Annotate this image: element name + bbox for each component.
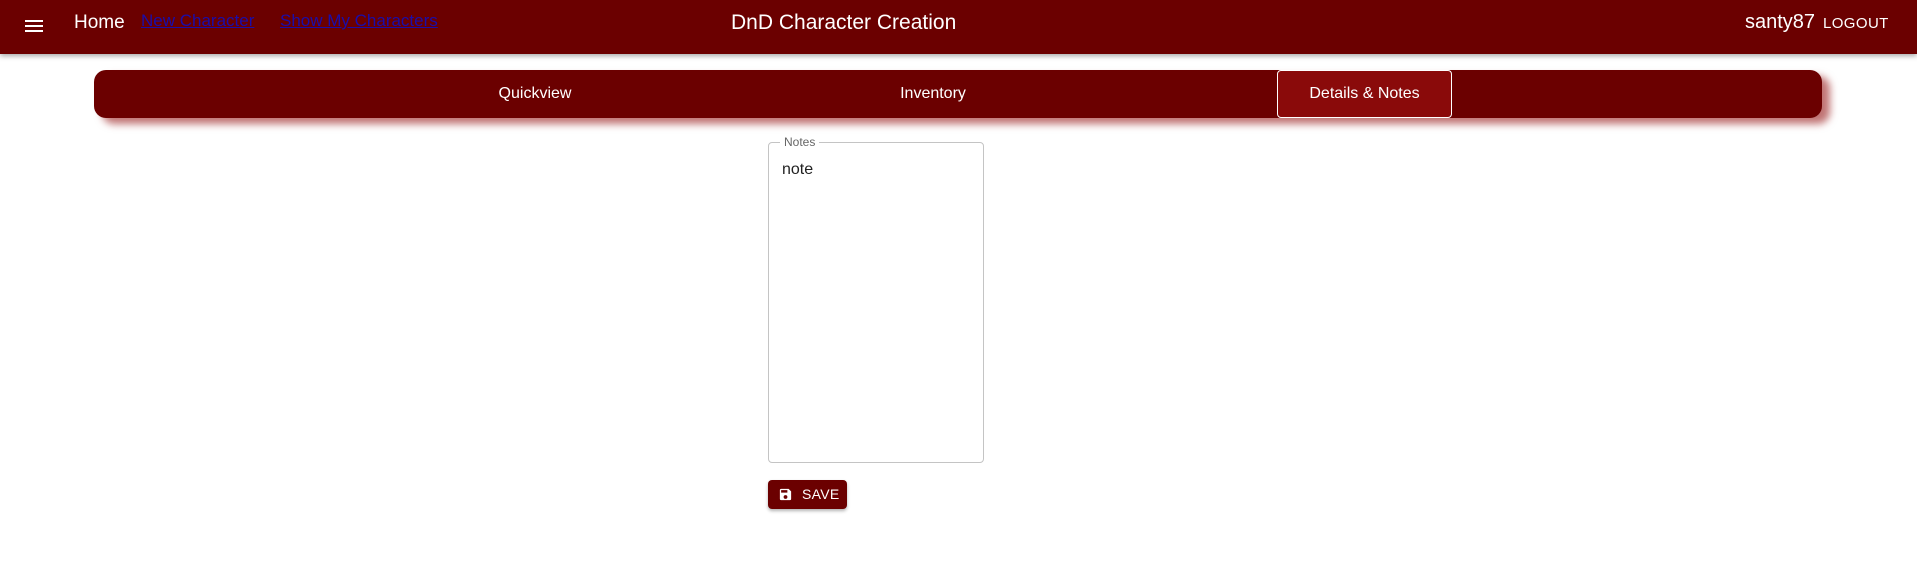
floppy-disk-icon — [778, 487, 793, 502]
tab-inventory[interactable]: Inventory — [868, 70, 998, 118]
username: santy87 — [1745, 11, 1816, 33]
notes-value: note — [782, 161, 814, 178]
hamburger-menu-icon[interactable] — [22, 14, 46, 38]
app-bar: Home New Character Show My Characters Dn… — [0, 0, 1917, 54]
new-character-link[interactable]: New Character — [141, 11, 254, 31]
tab-quickview[interactable]: Quickview — [460, 70, 610, 118]
save-button[interactable]: SAVE — [768, 480, 847, 509]
save-label: SAVE — [802, 486, 840, 502]
home-link[interactable]: Home — [74, 12, 125, 34]
app-title: DnD Character Creation — [731, 11, 957, 34]
notes-label: Notes — [780, 135, 820, 149]
notes-textarea[interactable] — [768, 142, 984, 463]
logout-button[interactable]: LOGOUT — [1823, 15, 1889, 32]
show-my-characters-link[interactable]: Show My Characters — [280, 11, 438, 31]
tab-details-notes[interactable]: Details & Notes — [1277, 70, 1452, 118]
tab-bar: Quickview Inventory Details & Notes — [94, 70, 1822, 118]
